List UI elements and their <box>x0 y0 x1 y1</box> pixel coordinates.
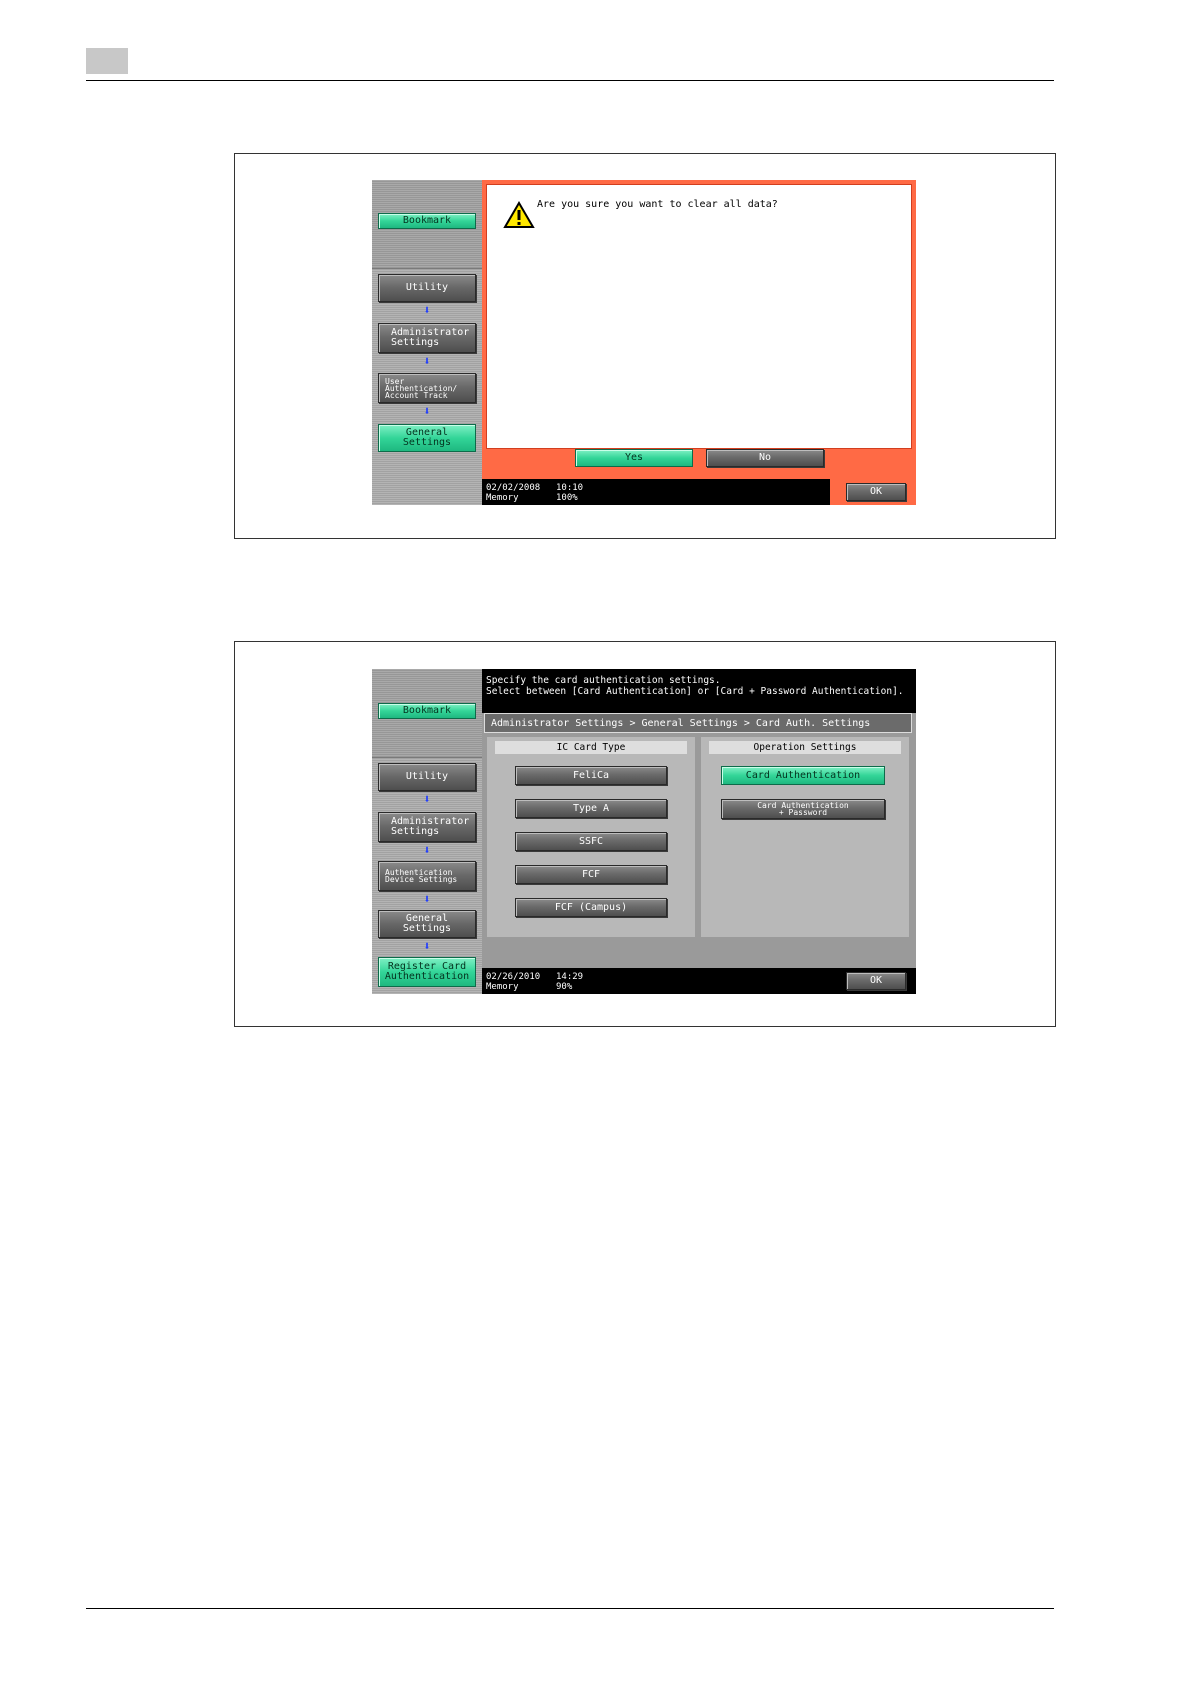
figure-frame-1: Bookmark Utility ⬇ Administrator Setting… <box>234 153 1056 539</box>
sidebar: Bookmark Utility ⬇ Administrator Setting… <box>372 669 482 994</box>
nav-utility-button[interactable]: Utility <box>378 763 476 791</box>
nav-administrator-settings-button[interactable]: Administrator Settings <box>378 812 476 842</box>
memory-value: 90% <box>556 982 573 992</box>
ok-button[interactable]: OK <box>846 483 906 501</box>
nav-utility-button[interactable]: Utility <box>378 274 476 302</box>
nav-user-authentication-button[interactable]: User Authentication/ Account Track <box>378 373 476 403</box>
clear-data-screen: Bookmark Utility ⬇ Administrator Setting… <box>372 180 916 505</box>
down-arrow-icon: ⬇ <box>423 303 431 317</box>
felica-option-button[interactable]: FeliCa <box>515 766 667 785</box>
down-arrow-icon: ⬇ <box>423 939 431 953</box>
operation-settings-title: Operation Settings <box>709 741 901 754</box>
confirm-dialog: Are you sure you want to clear all data?… <box>482 180 916 479</box>
fcf-option-button[interactable]: FCF <box>515 865 667 884</box>
ssfc-option-button[interactable]: SSFC <box>515 832 667 851</box>
header-rule <box>86 80 1054 81</box>
footer-rule <box>86 1608 1054 1609</box>
confirm-message: Are you sure you want to clear all data? <box>537 199 778 210</box>
down-arrow-icon: ⬇ <box>423 404 431 418</box>
card-authentication-password-option-button[interactable]: Card Authentication + Password <box>721 799 885 819</box>
sidebar: Bookmark Utility ⬇ Administrator Setting… <box>372 180 482 505</box>
ic-card-type-panel: IC Card Type FeliCa Type A SSFC FCF FCF … <box>487 737 695 937</box>
status-bar: 02/02/2008 10:10 Memory 100% OK <box>482 475 916 505</box>
dialog-body: Are you sure you want to clear all data?… <box>486 184 912 467</box>
status-bar: 02/26/2010 14:29 Memory 90% OK <box>482 968 916 994</box>
status-time: 10:10 <box>556 483 584 493</box>
operation-settings-panel: Operation Settings Card Authentication C… <box>701 737 909 937</box>
warning-icon <box>503 201 535 228</box>
nav-authentication-device-settings-button[interactable]: Authentication Device Settings <box>378 861 476 891</box>
status-date: 02/26/2010 <box>486 972 541 982</box>
ok-button[interactable]: OK <box>846 972 906 990</box>
fcf-campus-option-button[interactable]: FCF (Campus) <box>515 898 667 917</box>
nav-administrator-settings-button[interactable]: Administrator Settings <box>378 323 476 353</box>
card-auth-settings-screen: Bookmark Utility ⬇ Administrator Setting… <box>372 669 916 994</box>
page-number-tab <box>86 48 128 74</box>
nav-general-settings-button[interactable]: General Settings <box>378 910 476 938</box>
memory-value: 100% <box>556 493 578 503</box>
breadcrumb: Administrator Settings > General Setting… <box>484 713 912 733</box>
nav-register-card-authentication-button[interactable]: Register Card Authentication <box>378 957 476 987</box>
instruction-message: Specify the card authentication settings… <box>482 669 916 713</box>
down-arrow-icon: ⬇ <box>423 843 431 857</box>
instruction-line-2: Select between [Card Authentication] or … <box>486 686 904 697</box>
down-arrow-icon: ⬇ <box>423 892 431 906</box>
nav-general-settings-button[interactable]: General Settings <box>378 424 476 452</box>
down-arrow-icon: ⬇ <box>423 792 431 806</box>
status-time: 14:29 <box>556 972 584 982</box>
instruction-line-1: Specify the card authentication settings… <box>486 675 721 686</box>
card-authentication-option-button[interactable]: Card Authentication <box>721 766 885 785</box>
yes-button[interactable]: Yes <box>575 449 693 467</box>
bookmark-button[interactable]: Bookmark <box>378 703 476 719</box>
memory-label: Memory <box>486 493 519 503</box>
type-a-option-button[interactable]: Type A <box>515 799 667 818</box>
bookmark-button[interactable]: Bookmark <box>378 213 476 229</box>
memory-label: Memory <box>486 982 519 992</box>
no-button[interactable]: No <box>706 449 824 467</box>
down-arrow-icon: ⬇ <box>423 354 431 368</box>
ic-card-type-title: IC Card Type <box>495 741 687 754</box>
status-date: 02/02/2008 <box>486 483 541 493</box>
figure-frame-2: Bookmark Utility ⬇ Administrator Setting… <box>234 641 1056 1027</box>
